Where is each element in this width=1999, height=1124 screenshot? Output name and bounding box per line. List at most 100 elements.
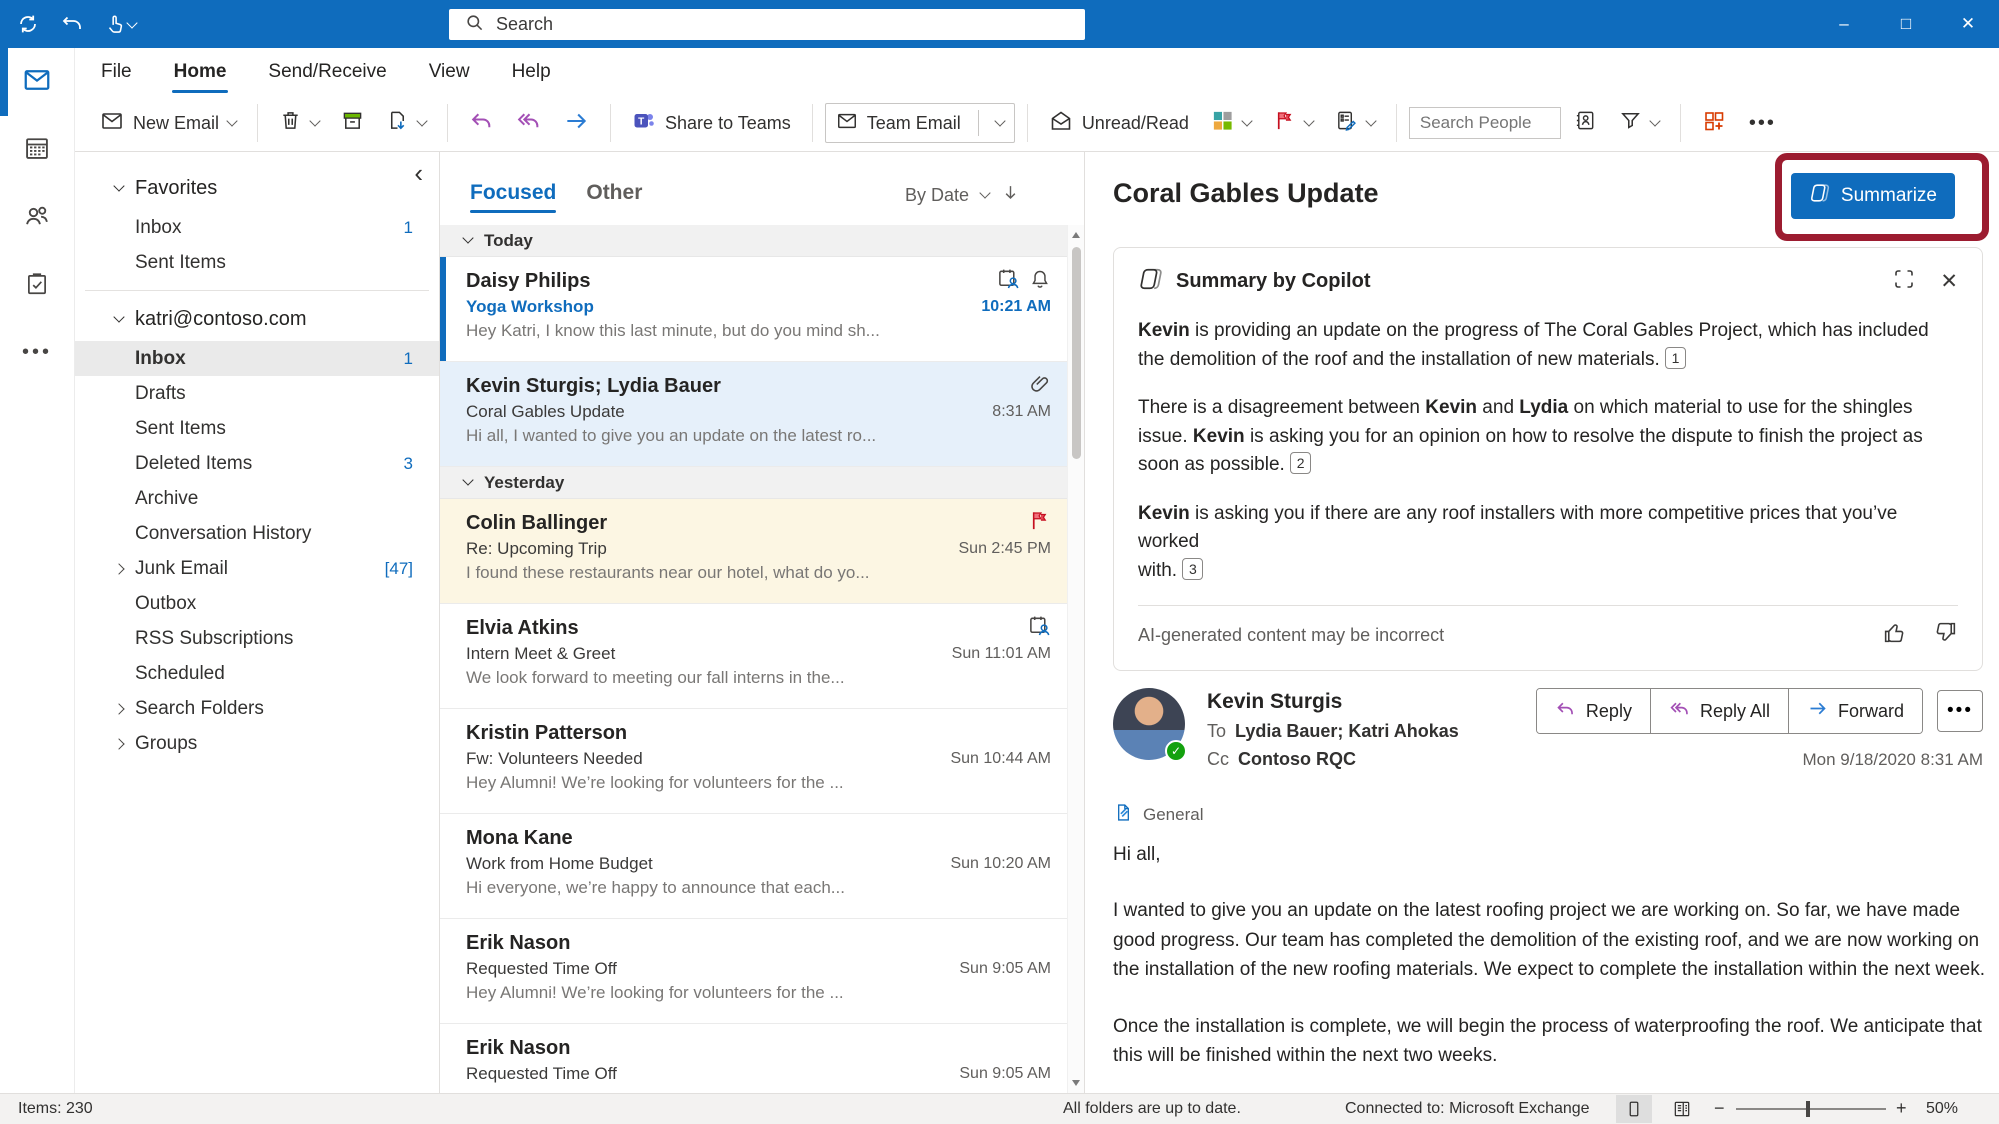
tab-file[interactable]: File bbox=[99, 55, 134, 89]
scrollbar[interactable] bbox=[1067, 225, 1084, 1093]
folder-item-deleted-items[interactable]: Deleted Items 3 bbox=[75, 446, 439, 481]
sensitivity-label[interactable]: General bbox=[1143, 805, 1203, 825]
folder-item-rss-subscriptions[interactable]: RSS Subscriptions bbox=[75, 621, 439, 656]
tab-help[interactable]: Help bbox=[510, 55, 553, 89]
open-in-window-icon[interactable] bbox=[1892, 267, 1916, 296]
forward-button[interactable]: Forward bbox=[1787, 689, 1922, 733]
zoom-out-button[interactable]: − bbox=[1714, 1098, 1725, 1119]
message-list-item[interactable]: Daisy Philips Yoga Workshop Hey Katri, I k… bbox=[440, 257, 1067, 362]
tab-focused[interactable]: Focused bbox=[470, 181, 557, 213]
message-list-item[interactable]: Colin Ballinger Re: Upcoming Trip I found … bbox=[440, 499, 1067, 604]
address-book-button[interactable] bbox=[1565, 102, 1606, 144]
share-to-teams-button[interactable]: T Share to Teams bbox=[623, 102, 800, 145]
search-people-field[interactable] bbox=[1419, 113, 1550, 133]
new-email-button[interactable]: New Email bbox=[91, 102, 245, 145]
folder-item-drafts[interactable]: Drafts bbox=[75, 376, 439, 411]
collapse-folder-pane-button[interactable]: ‹ bbox=[414, 160, 423, 186]
teams-icon: T bbox=[632, 109, 656, 138]
sender-avatar[interactable]: ✓ bbox=[1113, 688, 1187, 762]
reply-button[interactable]: Reply bbox=[1536, 689, 1650, 733]
reply-all-button[interactable] bbox=[507, 101, 550, 145]
message-group-header[interactable]: Today bbox=[440, 225, 1067, 257]
message-list-item[interactable]: Erik Nason Requested Time Off Sun 9:05 AM bbox=[440, 1024, 1067, 1093]
scrollbar-thumb[interactable] bbox=[1072, 247, 1081, 459]
message-group-header[interactable]: Yesterday bbox=[440, 467, 1067, 499]
folder-item-search-folders[interactable]: Search Folders bbox=[75, 691, 439, 726]
more-modules-icon[interactable]: ••• bbox=[17, 332, 57, 372]
message-list-item[interactable]: Kevin Sturgis; Lydia Bauer Coral Gables U… bbox=[440, 362, 1067, 467]
folder-item-sent-items[interactable]: Sent Items bbox=[75, 245, 439, 280]
citation-chip[interactable]: 1 bbox=[1665, 346, 1687, 369]
move-to-button[interactable] bbox=[377, 102, 435, 144]
sort-by-label[interactable]: By Date bbox=[905, 185, 969, 206]
sync-icon[interactable] bbox=[16, 12, 40, 36]
mail-module-icon[interactable] bbox=[17, 60, 57, 100]
zoom-slider-thumb[interactable] bbox=[1806, 1101, 1810, 1117]
sort-direction-icon[interactable] bbox=[1001, 183, 1020, 207]
message-list-item[interactable]: Kristin Patterson Fw: Volunteers Needed He… bbox=[440, 709, 1067, 814]
delete-button[interactable] bbox=[270, 102, 328, 144]
reading-view-icon[interactable] bbox=[1616, 1095, 1652, 1123]
undo-icon[interactable] bbox=[60, 12, 84, 36]
chevron-down-icon bbox=[416, 114, 428, 127]
more-actions-button[interactable]: ••• bbox=[1937, 690, 1983, 732]
close-button[interactable]: ✕ bbox=[1937, 0, 1999, 48]
chevron-right-icon[interactable] bbox=[113, 737, 125, 750]
get-add-ins-button[interactable] bbox=[1693, 102, 1735, 145]
zoom-level[interactable]: 50% bbox=[1926, 1100, 1958, 1118]
sender-name[interactable]: Kevin Sturgis bbox=[1207, 690, 1459, 714]
maximize-button[interactable]: □ bbox=[1875, 0, 1937, 48]
unread-read-button[interactable]: Unread/Read bbox=[1040, 102, 1198, 145]
scroll-down-icon[interactable] bbox=[1072, 1080, 1080, 1086]
people-module-icon[interactable] bbox=[17, 196, 57, 236]
citation-chip[interactable]: 3 bbox=[1182, 557, 1204, 580]
quick-steps-button[interactable] bbox=[1202, 102, 1260, 144]
account-section-header[interactable]: katri@contoso.com bbox=[75, 297, 439, 341]
scroll-up-icon[interactable] bbox=[1072, 232, 1080, 238]
tab-home[interactable]: Home bbox=[171, 55, 229, 93]
folder-item-inbox[interactable]: Inbox 1 bbox=[75, 341, 439, 376]
summarize-button[interactable]: Summarize bbox=[1790, 173, 1955, 219]
close-icon[interactable]: ✕ bbox=[1940, 269, 1958, 294]
folder-item-groups[interactable]: Groups bbox=[75, 726, 439, 761]
tab-view[interactable]: View bbox=[427, 55, 472, 89]
forward-button[interactable] bbox=[554, 101, 598, 146]
tab-other[interactable]: Other bbox=[586, 181, 642, 213]
favorites-section-header[interactable]: Favorites bbox=[75, 166, 439, 210]
cc-recipients[interactable]: Contoso RQC bbox=[1238, 749, 1356, 769]
thumbs-up-icon[interactable] bbox=[1882, 620, 1907, 650]
team-email-quickstep-button[interactable]: Team Email bbox=[824, 103, 1015, 143]
folder-item-junk-email[interactable]: Junk Email [47] bbox=[75, 551, 439, 586]
to-recipients[interactable]: Lydia Bauer; Katri Ahokas bbox=[1235, 721, 1459, 741]
search-people-input[interactable] bbox=[1408, 107, 1561, 139]
folder-item-inbox[interactable]: Inbox 1 bbox=[75, 210, 439, 245]
folder-item-scheduled[interactable]: Scheduled bbox=[75, 656, 439, 691]
archive-button[interactable] bbox=[332, 102, 373, 144]
tasks-module-icon[interactable] bbox=[17, 264, 57, 304]
citation-chip[interactable]: 2 bbox=[1290, 452, 1312, 474]
message-list-item[interactable]: Elvia Atkins Intern Meet & Greet We look f… bbox=[440, 604, 1067, 709]
calendar-module-icon[interactable] bbox=[17, 128, 57, 168]
touch-mode-icon[interactable] bbox=[104, 12, 138, 36]
folder-item-outbox[interactable]: Outbox bbox=[75, 586, 439, 621]
folder-item-sent-items[interactable]: Sent Items bbox=[75, 411, 439, 446]
chevron-right-icon[interactable] bbox=[113, 562, 125, 575]
ribbon-overflow-button[interactable]: ••• bbox=[1739, 112, 1786, 135]
categorize-button[interactable] bbox=[1326, 102, 1384, 144]
follow-up-flag-button[interactable] bbox=[1264, 102, 1322, 144]
layout-view-icon[interactable] bbox=[1664, 1095, 1700, 1123]
folder-item-archive[interactable]: Archive bbox=[75, 481, 439, 516]
filter-email-button[interactable] bbox=[1610, 102, 1668, 144]
search-input[interactable]: Search bbox=[449, 9, 1085, 40]
zoom-in-button[interactable]: + bbox=[1896, 1098, 1907, 1119]
message-list-item[interactable]: Erik Nason Requested Time Off Hey Alumni! … bbox=[440, 919, 1067, 1024]
minimize-button[interactable]: – bbox=[1813, 0, 1875, 48]
thumbs-down-icon[interactable] bbox=[1933, 620, 1958, 650]
folder-item-conversation-history[interactable]: Conversation History bbox=[75, 516, 439, 551]
tab-send-receive[interactable]: Send/Receive bbox=[266, 55, 388, 89]
reply-all-button[interactable]: Reply All bbox=[1649, 689, 1788, 733]
chevron-right-icon[interactable] bbox=[113, 702, 125, 715]
message-list-item[interactable]: Mona Kane Work from Home Budget Hi everyon… bbox=[440, 814, 1067, 919]
reply-button[interactable] bbox=[460, 101, 503, 145]
zoom-slider-track[interactable] bbox=[1736, 1108, 1886, 1110]
